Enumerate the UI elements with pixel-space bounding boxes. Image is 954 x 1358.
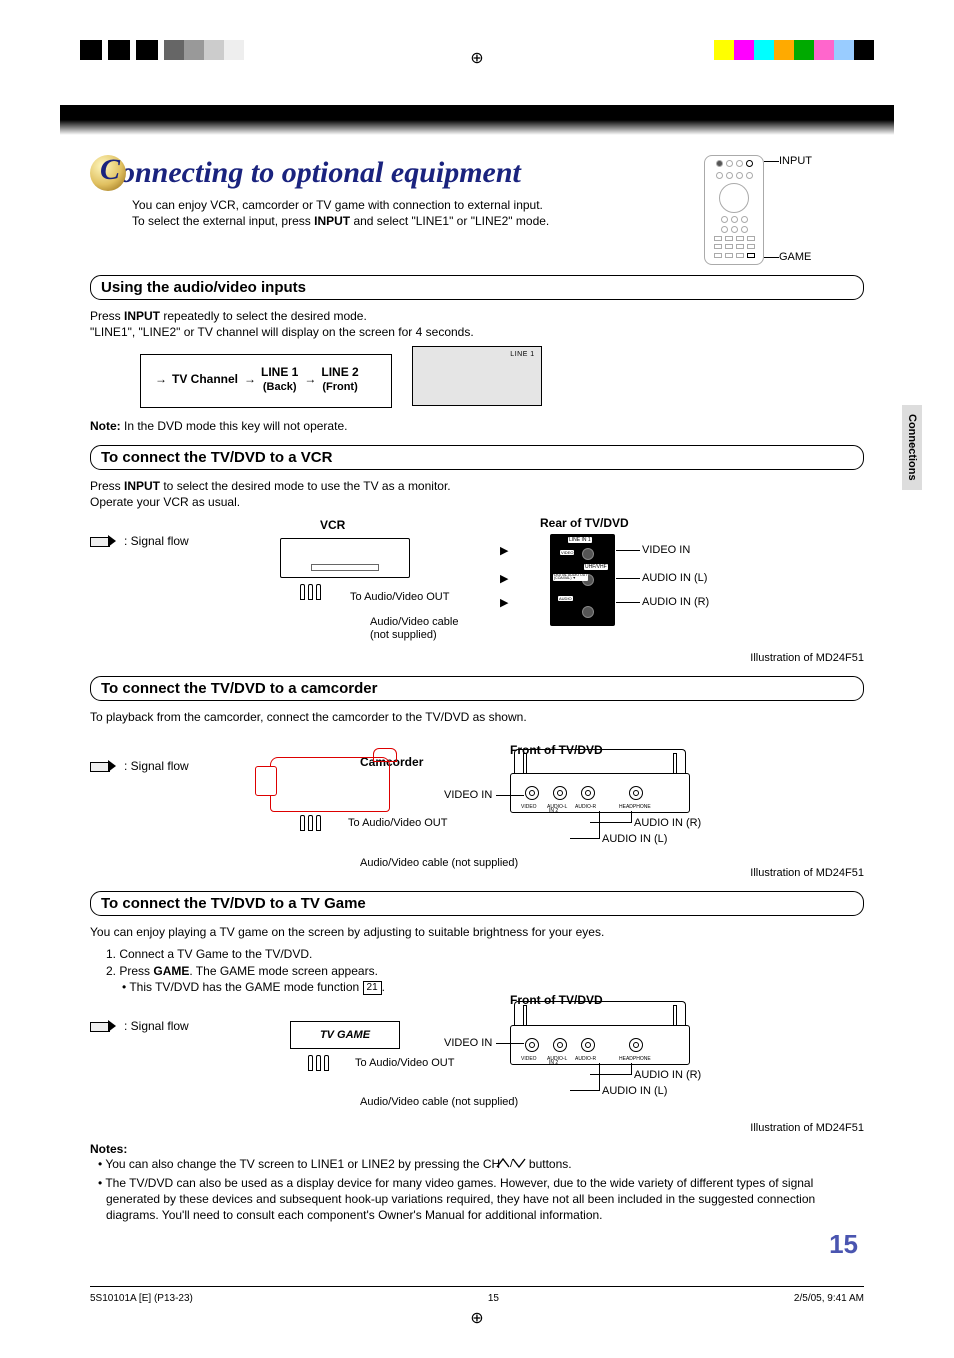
tv-screen-preview: LINE 1	[412, 346, 542, 406]
registration-target-icon: ⊕	[60, 1308, 894, 1328]
footer-doc-id: 5S10101A [E] (P13-23)	[90, 1293, 193, 1304]
rear-panel-icon: LINE IN 1 VIDEO UHF/VHF DIGITAL AUDIO OU…	[550, 534, 615, 626]
front-panel-icon: VIDEO AUDIO-L AUDIO-R IN 2 HEADPHONE	[510, 749, 690, 815]
footer: 5S10101A [E] (P13-23) 15 2/5/05, 9:41 AM	[60, 1287, 894, 1304]
signal-flow-label: : Signal flow	[124, 1019, 189, 1033]
notes-block: Notes: • You can also change the TV scre…	[90, 1142, 864, 1223]
signal-flow-arrow-icon	[90, 535, 118, 547]
illustration-credit: Illustration of MD24F51	[750, 652, 864, 664]
color-registration-marks	[714, 40, 874, 60]
section-tab: Connections	[902, 405, 922, 490]
intro-text: You can enjoy VCR, camcorder or TV game …	[132, 197, 552, 229]
vcr-text: Press INPUT to select the desired mode t…	[90, 478, 864, 510]
remote-game-label: GAME	[779, 251, 811, 263]
signal-flow-label: : Signal flow	[124, 759, 189, 773]
section-heading-camcorder: To connect the TV/DVD to a camcorder	[90, 676, 864, 701]
remote-input-label: INPUT	[779, 155, 812, 167]
registration-target-icon: ⊕	[470, 48, 483, 68]
illustration-credit: Illustration of MD24F51	[750, 1122, 864, 1134]
page-title: onnecting to optional equipment	[90, 155, 684, 191]
signal-flow-arrow-icon	[90, 1020, 118, 1032]
header-gradient	[60, 105, 894, 135]
illustration-credit: Illustration of MD24F51	[750, 867, 864, 879]
title-initial-cap-icon	[90, 155, 126, 191]
front-panel-icon: VIDEO AUDIO-L AUDIO-R IN 2 HEADPHONE	[510, 1001, 690, 1067]
vcr-diagram: : Signal flow VCR To Audio/Video OUT Aud…	[90, 516, 864, 666]
footer-page: 15	[488, 1293, 499, 1304]
remote-diagram: INPUT GAME	[704, 155, 864, 265]
channel-up-down-icon: /	[504, 1157, 526, 1173]
vcr-device-icon	[280, 538, 410, 578]
signal-flow-arrow-icon	[90, 760, 118, 772]
tvgame-steps: 1. Connect a TV Game to the TV/DVD. 2. P…	[90, 946, 864, 995]
page-ref-icon: 21	[363, 981, 382, 995]
crop-marks: ⊕	[60, 40, 894, 90]
tvgame-text: You can enjoy playing a TV game on the s…	[90, 924, 864, 940]
tvgame-device-icon: TV GAME	[290, 1021, 400, 1049]
footer-timestamp: 2/5/05, 9:41 AM	[794, 1293, 864, 1304]
camcorder-device-icon	[270, 757, 390, 812]
camcorder-diagram: : Signal flow Camcorder To Audio/Video O…	[90, 731, 864, 881]
section-heading-tvgame: To connect the TV/DVD to a TV Game	[90, 891, 864, 916]
page-number: 15	[90, 1229, 864, 1260]
signal-flow-label: : Signal flow	[124, 534, 189, 548]
mode-cycle-diagram: → TV Channel → LINE 1(Back) → LINE 2(Fro…	[140, 354, 392, 408]
av-inputs-note: Note: In the DVD mode this key will not …	[90, 418, 864, 434]
section-heading-vcr: To connect the TV/DVD to a VCR	[90, 445, 864, 470]
tvgame-diagram: : Signal flow TV GAME To Audio/Video OUT…	[90, 1001, 864, 1136]
bw-registration-marks	[80, 40, 244, 60]
camcorder-text: To playback from the camcorder, connect …	[90, 709, 864, 725]
av-inputs-text: Press INPUT repeatedly to select the des…	[90, 308, 864, 340]
section-heading-av-inputs: Using the audio/video inputs	[90, 275, 864, 300]
